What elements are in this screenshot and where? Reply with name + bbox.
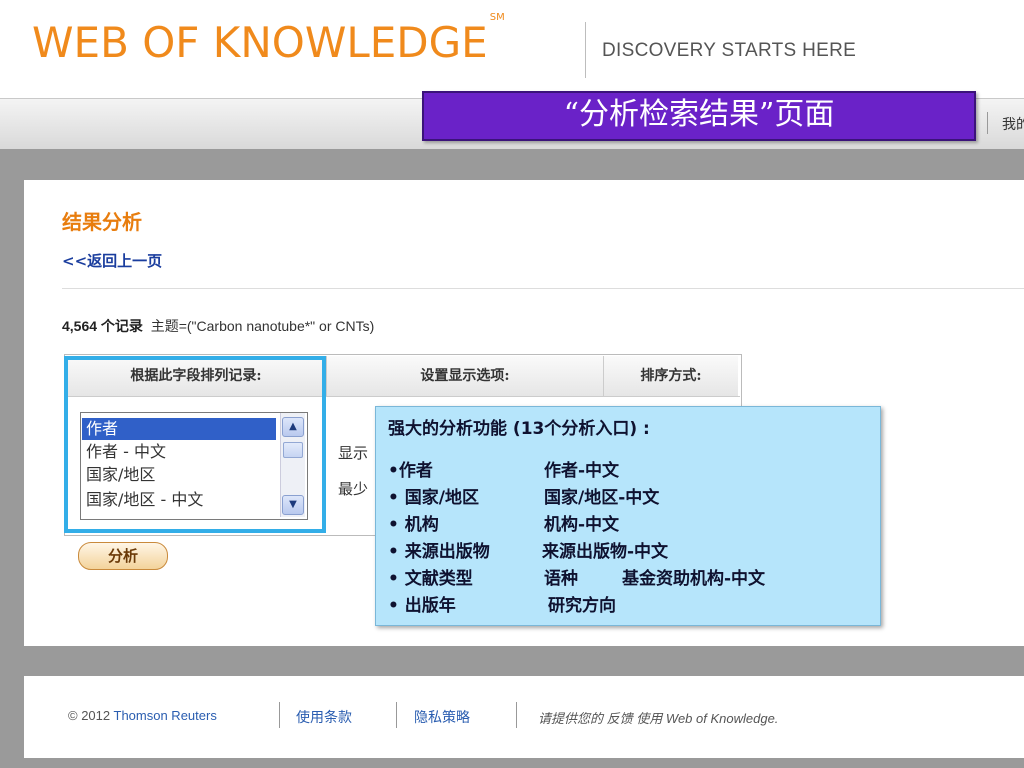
callout-item: • 机构 bbox=[388, 515, 439, 535]
nav-link-my[interactable]: 我的 bbox=[1002, 114, 1024, 134]
logo-divider bbox=[585, 22, 586, 78]
thomson-reuters-link[interactable]: Thomson Reuters bbox=[114, 708, 217, 723]
divider bbox=[62, 288, 1024, 289]
terms-link[interactable]: 使用条款 bbox=[296, 707, 352, 727]
display-label: 显示 bbox=[338, 444, 369, 462]
callout-item: • 国家/地区 bbox=[388, 488, 479, 508]
footer-divider bbox=[516, 702, 517, 728]
header-display-options: 设置显示选项: bbox=[327, 356, 604, 396]
field-highlight-box bbox=[64, 356, 326, 533]
callout-item: •作者 bbox=[388, 461, 433, 481]
tagline: DISCOVERY STARTS HERE bbox=[602, 40, 857, 61]
copyright-prefix: © 2012 bbox=[68, 708, 114, 723]
callout-item: • 出版年 bbox=[388, 596, 456, 616]
privacy-link[interactable]: 隐私策略 bbox=[414, 707, 470, 727]
callout-item: 机构-中文 bbox=[544, 515, 620, 535]
callout-item: 来源出版物-中文 bbox=[542, 542, 669, 562]
logo-text: WEB OF KNOWLEDGE bbox=[32, 18, 488, 67]
header-sort-by: 排序方式: bbox=[604, 356, 738, 396]
copyright: © 2012 Thomson Reuters bbox=[68, 708, 217, 723]
nav-divider bbox=[987, 112, 988, 134]
analyze-button[interactable]: 分析 bbox=[78, 542, 168, 570]
footer-divider bbox=[279, 702, 280, 728]
page-banner: “分析检索结果”页面 bbox=[422, 91, 976, 141]
feedback-text: 请提供您的 反馈 使用 Web of Knowledge. bbox=[538, 708, 778, 727]
record-count: 4,564 个记录 bbox=[62, 318, 143, 334]
callout-item: 作者-中文 bbox=[544, 461, 620, 481]
callout-item: 国家/地区-中文 bbox=[544, 488, 660, 508]
callout-item: • 来源出版物 bbox=[388, 542, 490, 562]
min-label: 最少 bbox=[338, 480, 369, 498]
page-title: 结果分析 bbox=[62, 210, 142, 234]
product-name: Web of Knowledge. bbox=[665, 711, 779, 726]
query-text: 主题=("Carbon nanotube*" or CNTs) bbox=[150, 318, 375, 334]
wok-logo[interactable]: WEB OF KNOWLEDGESM bbox=[32, 12, 505, 67]
callout-item: 语种 bbox=[544, 569, 578, 589]
feedback-mid: 使用 bbox=[636, 711, 663, 726]
service-mark: SM bbox=[489, 12, 505, 23]
callout-item: 基金资助机构-中文 bbox=[622, 569, 766, 589]
feedback-link[interactable]: 反馈 bbox=[607, 711, 633, 726]
callout-item: • 文献类型 bbox=[388, 569, 473, 589]
back-link[interactable]: <<返回上一页 bbox=[62, 250, 162, 271]
callout-title: 强大的分析功能 (13个分析入口) : bbox=[388, 419, 650, 439]
footer-divider bbox=[396, 702, 397, 728]
callout-item: 研究方向 bbox=[548, 596, 616, 616]
feedback-prefix: 请提供您的 bbox=[538, 711, 604, 726]
record-summary: 4,564 个记录 主题=("Carbon nanotube*" or CNTs… bbox=[62, 316, 374, 336]
